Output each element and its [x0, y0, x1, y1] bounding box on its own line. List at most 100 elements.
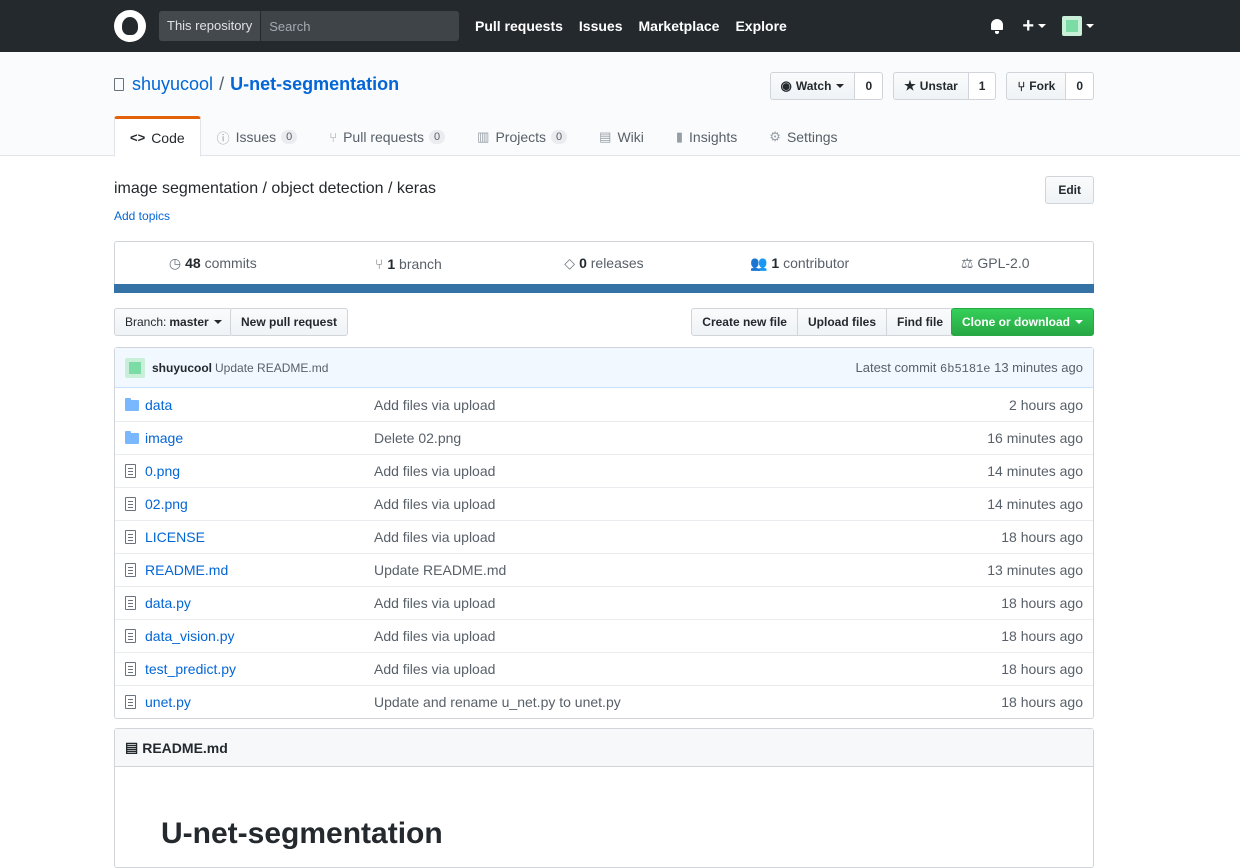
file-age: 13 minutes ago	[987, 562, 1083, 578]
file-name-link[interactable]: image	[145, 430, 374, 446]
file-name-link[interactable]: data	[145, 397, 374, 413]
file-commit-message-link[interactable]: Add files via upload	[374, 496, 495, 512]
avatar[interactable]	[125, 357, 145, 378]
file-name-link[interactable]: data.py	[145, 595, 374, 611]
plus-icon[interactable]: +	[1022, 16, 1034, 36]
repo-icon	[114, 78, 124, 91]
bell-icon[interactable]	[990, 18, 1004, 34]
find-file-button[interactable]: Find file	[886, 308, 954, 336]
unstar-label: Unstar	[919, 79, 958, 93]
file-age: 18 hours ago	[1001, 661, 1083, 677]
new-pull-request-button[interactable]: New pull request	[230, 308, 349, 336]
search-box[interactable]: This repository	[159, 11, 459, 41]
file-name-link[interactable]: 02.png	[145, 496, 374, 512]
tab-label: Code	[151, 129, 185, 146]
tab-issues[interactable]: ⓘ Issues 0	[201, 116, 314, 156]
chevron-down-icon[interactable]	[1086, 24, 1094, 28]
branch-select-button[interactable]: Branch: master	[114, 308, 233, 336]
file-commit-message-link[interactable]: Add files via upload	[374, 529, 495, 545]
file-age: 18 hours ago	[1001, 628, 1083, 644]
file-commit-message-link[interactable]: Add files via upload	[374, 628, 495, 644]
count-badge: 0	[281, 130, 298, 144]
commits-label: commits	[204, 255, 257, 271]
file-age: 14 minutes ago	[987, 496, 1083, 512]
file-name-link[interactable]: data_vision.py	[145, 628, 374, 644]
repo-description: image segmentation / object detection / …	[114, 180, 436, 197]
watch-label: Watch	[795, 79, 832, 93]
table-row: 02.png Add files via upload 14 minutes ago	[115, 487, 1093, 520]
create-new-file-button[interactable]: Create new file	[691, 308, 798, 336]
chevron-down-icon	[1075, 320, 1083, 324]
search-scope-label[interactable]: This repository	[159, 11, 262, 41]
releases-link[interactable]: ◇ 0 releases	[506, 255, 702, 272]
search-input[interactable]	[261, 11, 459, 41]
upload-files-button[interactable]: Upload files	[796, 308, 887, 336]
chevron-down-icon	[213, 320, 222, 324]
contributors-count: 1	[771, 255, 780, 271]
language-bar[interactable]	[114, 284, 1094, 293]
tab-code[interactable]: <> Code	[114, 116, 201, 157]
file-commit-message-link[interactable]: Add files via upload	[374, 463, 495, 479]
file-commit-message-link[interactable]: Delete 02.png	[374, 430, 461, 446]
commit-author-link[interactable]: shuyucool	[152, 361, 212, 375]
fork-count[interactable]: 0	[1066, 72, 1094, 100]
repo-owner-link[interactable]: shuyucool	[132, 74, 213, 95]
fork-button[interactable]: ⑂ Fork	[1006, 72, 1067, 100]
readme-filename: README.md	[142, 739, 228, 756]
tab-label: Insights	[689, 129, 738, 145]
repo-name-link[interactable]: U-net-segmentation	[230, 74, 399, 95]
nav-pull-requests[interactable]: Pull requests	[475, 18, 563, 34]
file-name-link[interactable]: unet.py	[145, 694, 374, 710]
tab-pull-requests[interactable]: ⑂ Pull requests 0	[313, 116, 461, 156]
nav-issues[interactable]: Issues	[579, 18, 623, 34]
commit-sha-link[interactable]: 6b5181e	[940, 362, 990, 376]
file-icon	[125, 695, 141, 709]
commits-link[interactable]: ◷ 48 commits	[115, 255, 311, 272]
watch-count[interactable]: 0	[855, 72, 884, 100]
watch-button[interactable]: ◉ Watch	[769, 72, 856, 100]
tab-label: Wiki	[617, 129, 644, 145]
releases-count: 0	[579, 255, 587, 271]
tab-insights[interactable]: ▮ Insights	[660, 116, 753, 156]
user-avatar[interactable]	[1062, 16, 1082, 36]
file-name-link[interactable]: 0.png	[145, 463, 374, 479]
file-age: 18 hours ago	[1001, 595, 1083, 611]
add-topics-link[interactable]: Add topics	[114, 209, 170, 223]
nav-explore[interactable]: Explore	[735, 18, 786, 34]
readme-box: ▤ README.md U-net-segmentation	[114, 728, 1094, 868]
tab-settings[interactable]: ⚙ Settings	[753, 116, 853, 156]
table-row: data_vision.py Add files via upload 18 hou…	[115, 619, 1093, 652]
clone-download-button[interactable]: Clone or download	[951, 308, 1094, 336]
edit-description-button[interactable]: Edit	[1045, 176, 1094, 204]
file-commit-message-link[interactable]: Update and rename u_net.py to unet.py	[374, 694, 621, 710]
contributors-label: contributor	[783, 255, 850, 271]
file-age: 18 hours ago	[1001, 694, 1083, 710]
star-count[interactable]: 1	[968, 72, 997, 100]
file-icon	[125, 530, 141, 544]
file-commit-message-link[interactable]: Add files via upload	[374, 397, 495, 413]
file-name-link[interactable]: test_predict.py	[145, 661, 374, 677]
tab-label: Issues	[235, 129, 277, 145]
branch-count: 1	[387, 255, 396, 272]
table-row: test_predict.py Add files via upload 18 ho…	[115, 652, 1093, 685]
watch-group: ◉ Watch 0	[769, 72, 884, 100]
file-commit-message-link[interactable]: Add files via upload	[374, 595, 495, 611]
commit-message-link[interactable]: Update README.md	[215, 361, 328, 375]
contributors-link[interactable]: 👥 1 contributor	[702, 255, 898, 272]
repo-separator: /	[219, 74, 225, 94]
readme-header: ▤ README.md	[115, 729, 1093, 767]
repo-tabs: <> Code ⓘ Issues 0 ⑂ Pull requests 0 ▥ Project…	[114, 116, 854, 157]
file-name-link[interactable]: README.md	[145, 562, 374, 578]
file-name-link[interactable]: LICENSE	[145, 529, 374, 545]
tab-wiki[interactable]: ▤ Wiki	[583, 116, 660, 156]
tab-projects[interactable]: ▥ Projects 0	[461, 116, 583, 156]
unstar-button[interactable]: ★ Unstar	[893, 72, 969, 100]
nav-marketplace[interactable]: Marketplace	[639, 18, 720, 34]
file-commit-message-link[interactable]: Update README.md	[374, 562, 506, 578]
github-logo-icon[interactable]	[114, 10, 146, 42]
chevron-down-icon[interactable]	[1038, 24, 1046, 28]
file-commit-message-link[interactable]: Add files via upload	[374, 661, 495, 677]
license-link[interactable]: ⚖ GPL-2.0	[897, 255, 1093, 272]
branch-link[interactable]: ⑂ 1 branch	[311, 256, 507, 272]
releases-label: releases	[590, 255, 644, 271]
